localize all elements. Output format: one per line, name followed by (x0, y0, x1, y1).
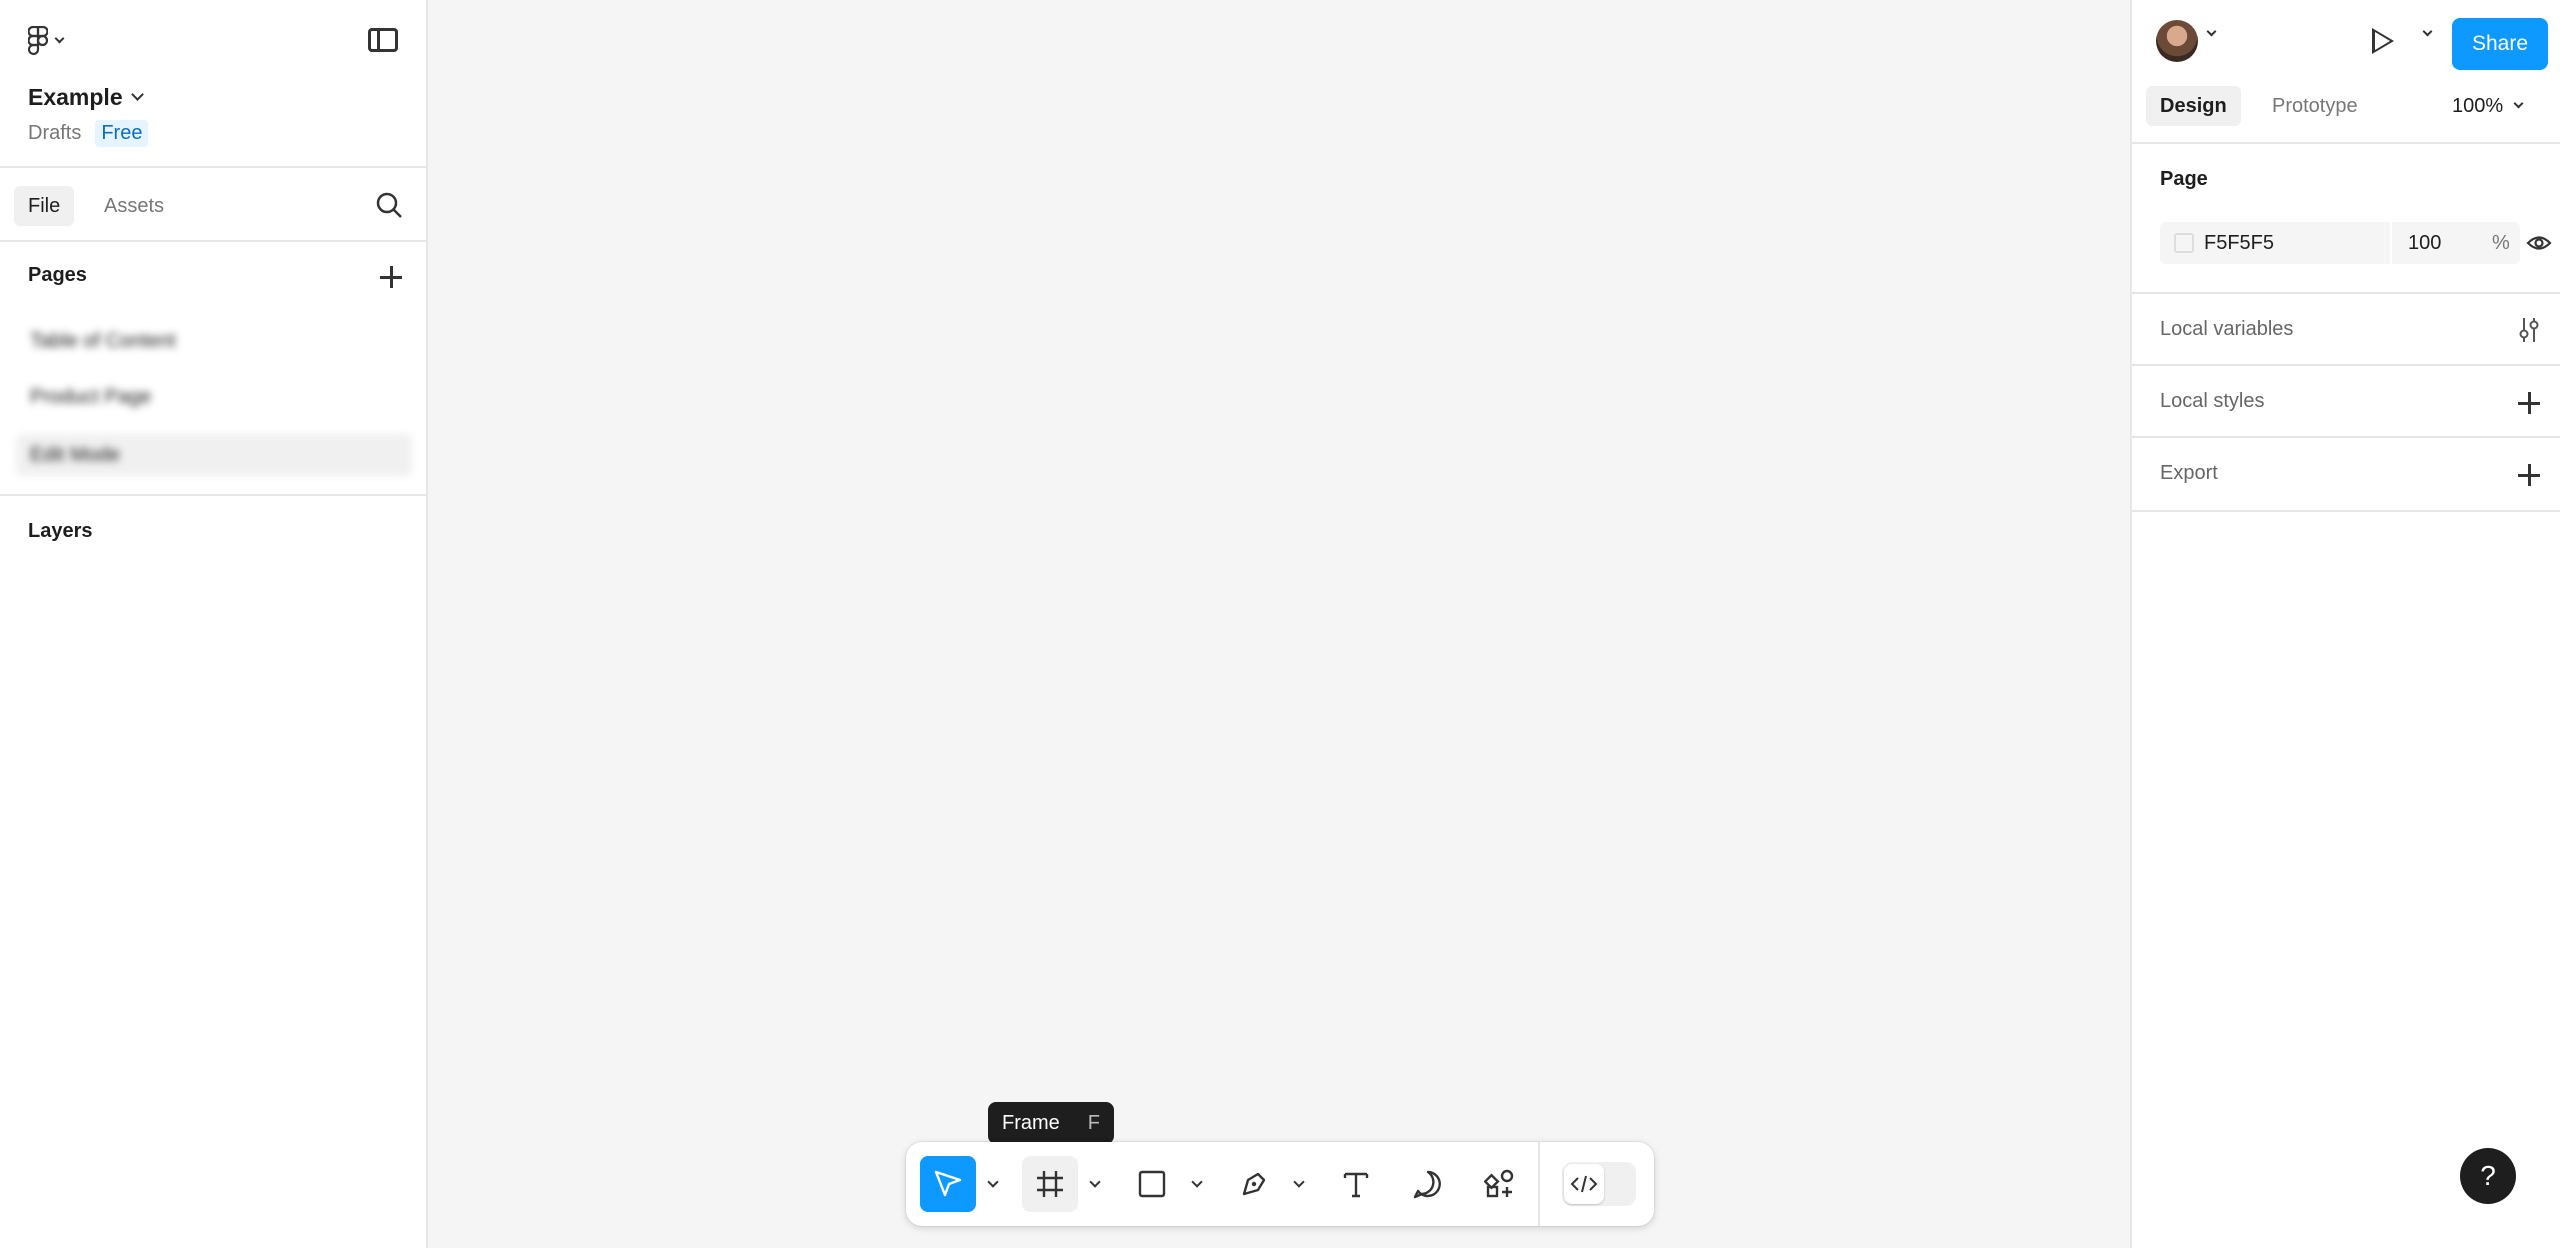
sidebar-toggle-icon[interactable] (368, 28, 398, 52)
rectangle-icon (1138, 1170, 1166, 1198)
avatar[interactable] (2156, 20, 2198, 62)
zoom-menu[interactable]: 100% (2452, 86, 2524, 126)
file-name: Example (28, 84, 123, 110)
variables-icon[interactable] (2516, 316, 2542, 344)
tab-file[interactable]: File (14, 186, 75, 226)
canvas[interactable] (430, 0, 2130, 1248)
move-icon (934, 1170, 962, 1197)
divider (2132, 436, 2560, 438)
divider (2132, 292, 2560, 294)
export-heading[interactable]: Export (2160, 462, 2218, 485)
opacity-unit: % (2492, 232, 2510, 254)
actions-icon (1484, 1169, 1514, 1198)
tool-tooltip: Frame F (988, 1102, 1115, 1152)
page-item[interactable]: Product Page (16, 376, 412, 418)
dev-mode-icon (1570, 1175, 1598, 1193)
page-color-hex[interactable]: F5F5F5 (2204, 222, 2274, 264)
dev-mode-knob (1564, 1164, 1604, 1204)
comment-tool[interactable] (1400, 1156, 1456, 1212)
figma-logo-icon (28, 26, 48, 56)
divider (2132, 510, 2560, 512)
tab-prototype[interactable]: Prototype (2258, 86, 2372, 126)
pen-icon (1242, 1172, 1266, 1196)
file-location: Drafts Free (28, 120, 149, 147)
divider (2132, 142, 2560, 144)
shape-tool-chevron-down-icon[interactable] (1192, 1178, 1202, 1188)
frame-icon (1037, 1171, 1063, 1197)
toolbar-divider (1538, 1142, 1540, 1226)
add-export-button[interactable] (2516, 462, 2542, 488)
file-name-menu[interactable]: Example (28, 84, 144, 111)
frame-tool[interactable] (1022, 1156, 1078, 1212)
page-item[interactable]: Table of Content (16, 320, 412, 362)
drafts-link[interactable]: Drafts (28, 122, 81, 145)
main-menu-button[interactable] (28, 26, 65, 56)
help-button[interactable]: ? (2460, 1148, 2516, 1204)
chevron-down-icon[interactable] (2422, 26, 2433, 37)
file-header: Example Drafts Free (0, 0, 426, 168)
add-style-button[interactable] (2516, 390, 2542, 416)
add-page-button[interactable] (378, 264, 404, 290)
local-variables-heading[interactable]: Local variables (2160, 318, 2293, 341)
chevron-down-icon[interactable] (2206, 26, 2217, 37)
pen-tool[interactable] (1226, 1156, 1282, 1212)
zoom-level: 100% (2452, 95, 2504, 117)
divider (2132, 364, 2560, 366)
local-styles-heading[interactable]: Local styles (2160, 390, 2265, 413)
chevron-down-icon (2513, 98, 2524, 108)
move-tool-chevron-down-icon[interactable] (988, 1178, 998, 1188)
share-button[interactable]: Share (2452, 18, 2548, 70)
tab-assets[interactable]: Assets (90, 186, 178, 226)
comment-icon (1413, 1170, 1441, 1199)
move-tool[interactable] (920, 1156, 976, 1212)
tooltip-label: Frame (1002, 1111, 1060, 1134)
tooltip-shortcut: F (1087, 1111, 1101, 1134)
chevron-down-icon (54, 33, 65, 43)
bottom-toolbar (906, 1142, 1654, 1226)
left-sidebar: Example Drafts Free File Assets Pages Ta… (0, 0, 428, 1248)
pen-tool-chevron-down-icon[interactable] (1294, 1178, 1304, 1188)
dev-mode-toggle[interactable] (1562, 1162, 1636, 1206)
play-icon[interactable] (2372, 28, 2394, 54)
page-color-field[interactable]: F5F5F5 100 % (2160, 222, 2520, 264)
chevron-down-icon (130, 88, 144, 101)
text-tool[interactable] (1328, 1156, 1384, 1212)
plan-badge[interactable]: Free (95, 120, 149, 147)
right-panel: Share Design Prototype 100% Page F5F5F5 … (2130, 0, 2560, 1248)
page-item-selected[interactable]: Edit Mode (16, 434, 412, 476)
opacity-value[interactable]: 100 (2408, 222, 2441, 264)
pages-heading: Pages (28, 264, 87, 286)
page-section-heading: Page (2160, 168, 2208, 190)
frame-tool-chevron-down-icon[interactable] (1090, 1178, 1100, 1188)
shape-tool[interactable] (1124, 1156, 1180, 1212)
left-tabs: File Assets (0, 170, 426, 242)
divider (0, 494, 426, 496)
text-icon (1343, 1172, 1369, 1198)
eye-icon[interactable] (2526, 230, 2552, 256)
color-swatch[interactable] (2174, 233, 2194, 253)
tab-design[interactable]: Design (2146, 86, 2241, 126)
layers-heading: Layers (28, 520, 93, 542)
page-opacity-field[interactable]: 100 % (2390, 222, 2520, 264)
search-icon[interactable] (374, 190, 404, 220)
actions-tool[interactable] (1472, 1156, 1528, 1212)
